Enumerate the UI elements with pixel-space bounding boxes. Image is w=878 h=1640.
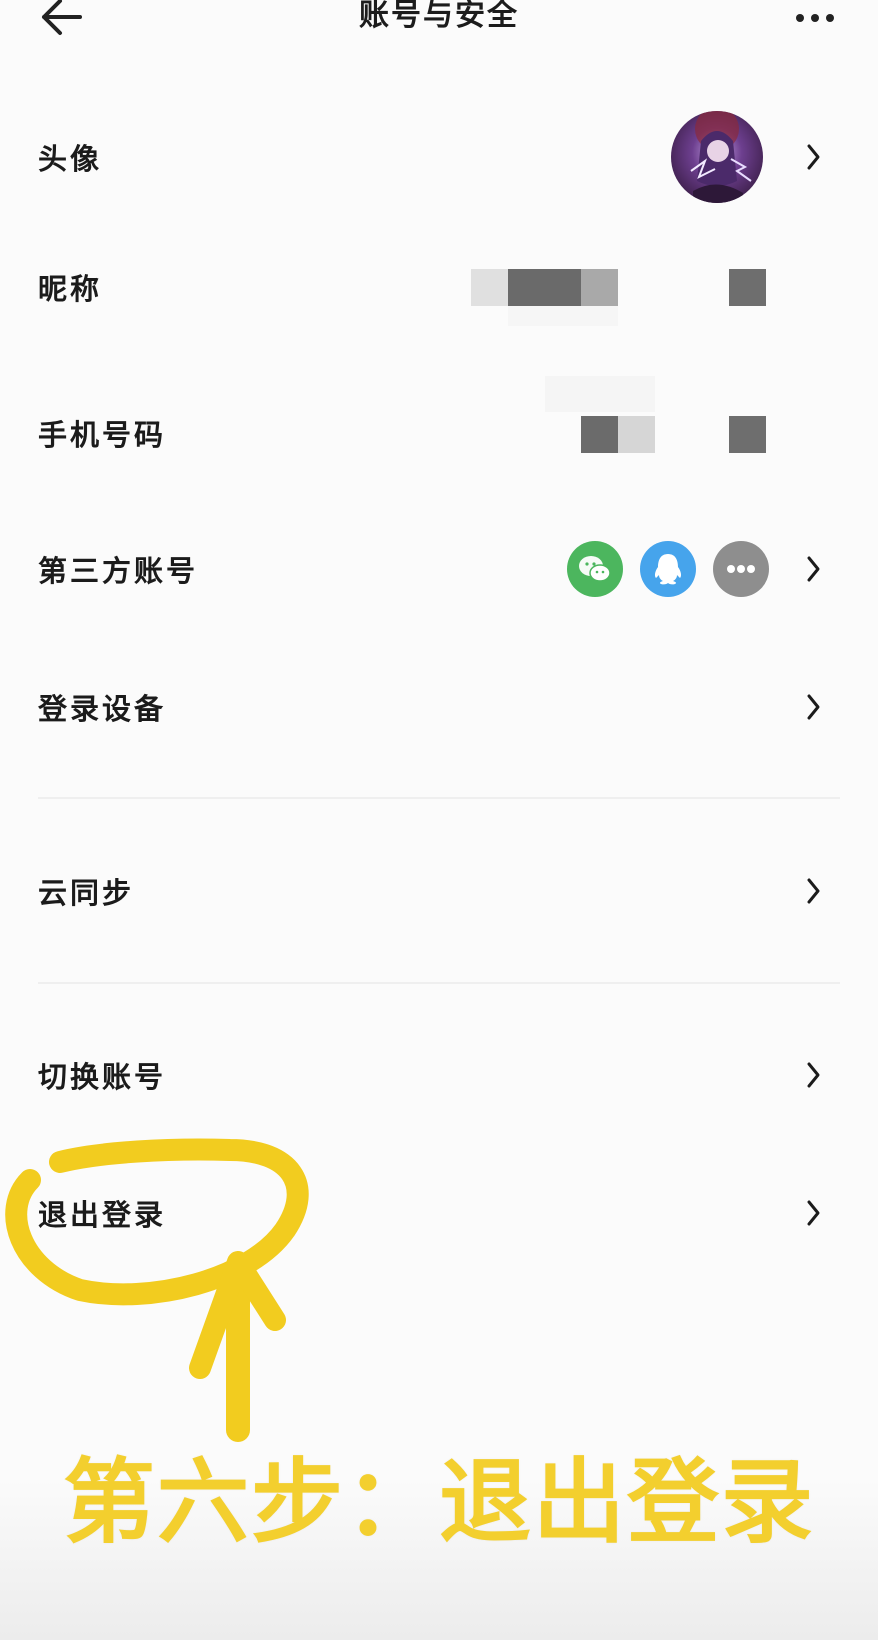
row-label-phone: 手机号码 bbox=[38, 418, 167, 452]
row-devices[interactable]: 登录设备 bbox=[0, 652, 878, 762]
avatar[interactable] bbox=[671, 111, 763, 203]
qq-button[interactable] bbox=[640, 541, 696, 597]
more-dots-icon bbox=[796, 14, 804, 22]
row-avatar[interactable]: 头像 bbox=[0, 102, 878, 212]
divider bbox=[38, 797, 840, 799]
more-accounts-button[interactable] bbox=[713, 541, 769, 597]
step-caption: 第六步：退出登录 bbox=[62, 1449, 815, 1556]
row-label-devices: 登录设备 bbox=[38, 692, 167, 726]
chevron-right-icon bbox=[807, 694, 820, 720]
row-cloud-sync[interactable]: 云同步 bbox=[0, 836, 878, 946]
wechat-button[interactable] bbox=[567, 541, 623, 597]
chevron-right-icon bbox=[807, 556, 820, 582]
row-label-third-party: 第三方账号 bbox=[38, 554, 199, 588]
row-phone[interactable]: 手机号码 bbox=[0, 376, 878, 488]
chevron-right-icon bbox=[807, 878, 820, 904]
chevron-right-icon bbox=[807, 1062, 820, 1088]
row-label-logout: 退出登录 bbox=[38, 1198, 167, 1232]
wechat-icon bbox=[579, 556, 611, 582]
account-security-page: 账号与安全 头像 昵称 手机号码 第三方账号 登录设备 云同步 切换账号 退出登… bbox=[0, 0, 878, 1640]
row-switch-account[interactable]: 切换账号 bbox=[0, 1020, 878, 1130]
page-title: 账号与安全 bbox=[359, 0, 519, 33]
row-logout[interactable]: 退出登录 bbox=[0, 1158, 878, 1268]
avatar-image bbox=[671, 111, 763, 203]
row-label-nickname: 昵称 bbox=[38, 272, 103, 306]
row-label-avatar: 头像 bbox=[38, 142, 103, 176]
row-label-switch-account: 切换账号 bbox=[38, 1060, 167, 1094]
row-third-party[interactable]: 第三方账号 bbox=[0, 514, 878, 624]
row-nickname[interactable]: 昵称 bbox=[0, 232, 878, 342]
qq-icon bbox=[654, 554, 682, 585]
more-options-button[interactable] bbox=[794, 4, 836, 32]
divider bbox=[38, 982, 840, 984]
chevron-right-icon bbox=[807, 144, 820, 170]
more-dots-icon bbox=[727, 565, 755, 573]
row-label-cloud-sync: 云同步 bbox=[38, 876, 135, 910]
chevron-right-icon bbox=[807, 1200, 820, 1226]
top-bar: 账号与安全 bbox=[0, 0, 878, 40]
